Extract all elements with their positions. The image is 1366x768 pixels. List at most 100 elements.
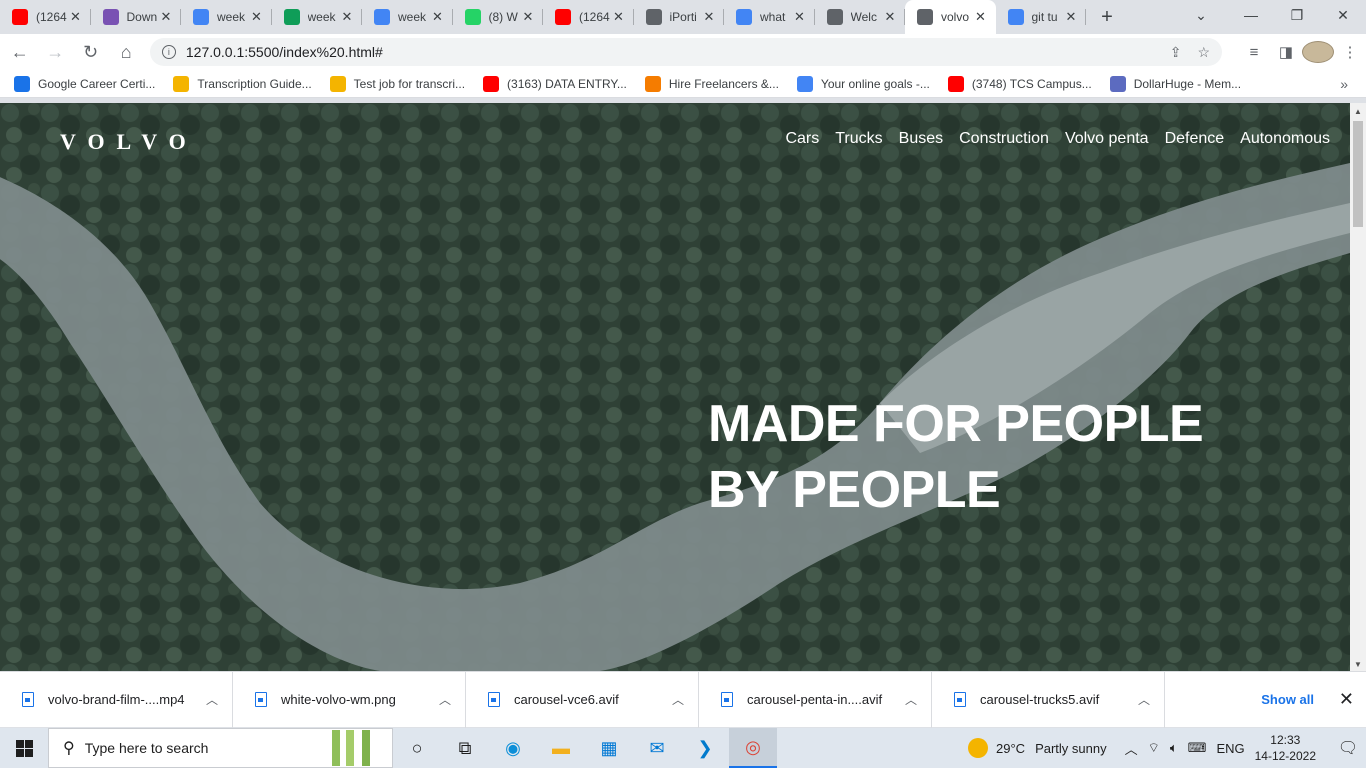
volvo-logo[interactable]: VOLVO: [60, 129, 198, 155]
site-nav-link-buses[interactable]: Buses: [899, 130, 943, 148]
close-tab-icon[interactable]: ✕: [883, 9, 897, 25]
reload-button[interactable]: ↻: [75, 36, 106, 68]
tab-search-chevron-icon[interactable]: ⌄: [1186, 0, 1216, 30]
clock[interactable]: 12:33 14-12-2022: [1255, 732, 1316, 764]
download-item[interactable]: white-volvo-wm.png ︿: [233, 671, 466, 728]
browser-tab[interactable]: volvo ✕: [905, 0, 996, 34]
browser-tab[interactable]: what ✕: [724, 0, 815, 34]
close-tab-icon[interactable]: ✕: [612, 9, 626, 25]
chrome-icon[interactable]: ◎: [729, 728, 777, 768]
download-options-chevron-icon[interactable]: ︿: [192, 691, 232, 708]
close-tab-icon[interactable]: ✕: [159, 9, 173, 25]
close-tab-icon[interactable]: ✕: [69, 9, 83, 25]
close-tab-icon[interactable]: ✕: [521, 9, 535, 25]
scrollbar-thumb[interactable]: [1353, 121, 1363, 227]
download-item[interactable]: carousel-trucks5.avif ︿: [932, 671, 1165, 728]
bookmark-star-icon[interactable]: ☆: [1197, 44, 1210, 61]
cortana-icon[interactable]: ○: [393, 728, 441, 768]
edge-browser-icon[interactable]: ◉: [489, 728, 537, 768]
download-item[interactable]: volvo-brand-film-....mp4 ︿: [0, 671, 233, 728]
microsoft-store-icon[interactable]: ▦: [585, 728, 633, 768]
notification-center-icon[interactable]: 🗨︎: [1330, 738, 1366, 758]
download-options-chevron-icon[interactable]: ︿: [1124, 691, 1164, 708]
download-item[interactable]: carousel-vce6.avif ︿: [466, 671, 699, 728]
download-options-chevron-icon[interactable]: ︿: [658, 691, 698, 708]
minimize-button[interactable]: —: [1228, 0, 1274, 30]
scroll-up-arrow-icon[interactable]: ▲: [1350, 107, 1366, 116]
site-nav-link-autonomous[interactable]: Autonomous: [1240, 130, 1330, 148]
close-tab-icon[interactable]: ✕: [793, 9, 807, 25]
download-item[interactable]: carousel-penta-in....avif ︿: [699, 671, 932, 728]
more-bookmarks-icon[interactable]: »: [1340, 76, 1348, 92]
browser-tab[interactable]: week ✕: [362, 0, 453, 34]
home-button[interactable]: ⌂: [110, 36, 141, 68]
back-button[interactable]: ←: [4, 36, 35, 68]
weather-text[interactable]: Partly sunny: [1035, 741, 1107, 756]
media-queue-icon[interactable]: ≡: [1238, 44, 1270, 61]
close-tab-icon[interactable]: ✕: [340, 9, 354, 25]
browser-tab[interactable]: Welc ✕: [815, 0, 906, 34]
bookmark-item[interactable]: (3163) DATA ENTRY...: [483, 75, 627, 92]
keyboard-icon[interactable]: ⌨: [1188, 740, 1207, 756]
share-icon[interactable]: ⇪: [1170, 44, 1182, 61]
download-options-chevron-icon[interactable]: ︿: [425, 691, 465, 708]
bookmark-item[interactable]: (3748) TCS Campus...: [947, 75, 1092, 92]
browser-tab[interactable]: (8) W ✕: [453, 0, 544, 34]
side-panel-icon[interactable]: ◨: [1270, 43, 1302, 61]
browser-tab[interactable]: iPorti ✕: [634, 0, 725, 34]
browser-tab[interactable]: (1264 ✕: [543, 0, 634, 34]
taskbar-search[interactable]: ⚲ Type here to search: [48, 728, 393, 768]
bookmark-item[interactable]: Test job for transcri...: [329, 75, 465, 92]
volume-icon[interactable]: 🔈︎: [1170, 740, 1178, 756]
weather-sun-icon[interactable]: [968, 738, 989, 758]
bookmark-item[interactable]: Your online goals -...: [796, 75, 930, 92]
task-view-icon[interactable]: ⧉: [441, 728, 489, 768]
site-nav-link-trucks[interactable]: Trucks: [835, 130, 882, 148]
site-nav-link-cars[interactable]: Cars: [785, 130, 819, 148]
close-tab-icon[interactable]: ✕: [431, 9, 445, 25]
bootstrap-icon: [102, 9, 119, 25]
download-options-chevron-icon[interactable]: ︿: [891, 691, 931, 708]
scroll-down-arrow-icon[interactable]: ▼: [1350, 660, 1366, 669]
browser-tab[interactable]: (1264 ✕: [0, 0, 91, 34]
bookmark-item[interactable]: Transcription Guide...: [173, 75, 312, 92]
start-button[interactable]: [0, 728, 48, 768]
bookmark-item[interactable]: DollarHuge - Mem...: [1109, 75, 1241, 92]
bookmark-item[interactable]: Google Career Certi...: [14, 75, 155, 92]
file-explorer-icon[interactable]: ▬: [537, 728, 585, 768]
browser-tab[interactable]: week ✕: [181, 0, 272, 34]
language-indicator[interactable]: ENG: [1216, 741, 1244, 756]
browser-tab[interactable]: week ✕: [272, 0, 363, 34]
close-tab-icon[interactable]: ✕: [250, 9, 264, 25]
forward-button[interactable]: →: [39, 36, 70, 68]
show-all-downloads-link[interactable]: Show all: [1261, 692, 1314, 707]
close-tab-icon[interactable]: ✕: [702, 9, 716, 25]
page-scrollbar[interactable]: ▲ ▼: [1350, 103, 1366, 671]
site-nav-link-defence[interactable]: Defence: [1165, 130, 1225, 148]
restore-button[interactable]: ❐: [1274, 0, 1320, 30]
profile-avatar[interactable]: [1302, 41, 1335, 63]
address-bar[interactable]: i 127.0.0.1:5500/index%20.html# ⇪ ☆: [149, 38, 1223, 66]
site-nav-link-construction[interactable]: Construction: [959, 130, 1049, 148]
globe-icon: [917, 9, 933, 25]
browser-tab[interactable]: git tu ✕: [996, 0, 1087, 34]
url-text[interactable]: 127.0.0.1:5500/index%20.html#: [186, 44, 1154, 60]
bookmark-item[interactable]: Hire Freelancers &...: [644, 75, 779, 92]
mail-icon[interactable]: ✉: [633, 728, 681, 768]
close-download-shelf-icon[interactable]: ✕: [1339, 689, 1354, 710]
new-tab-button[interactable]: +: [1092, 0, 1122, 34]
site-info-icon[interactable]: i: [161, 45, 176, 59]
browser-tab[interactable]: Down ✕: [91, 0, 182, 34]
close-tab-icon[interactable]: ✕: [1064, 9, 1078, 25]
site-nav-link-volvo-penta[interactable]: Volvo penta: [1065, 130, 1149, 148]
close-window-button[interactable]: ✕: [1320, 0, 1366, 30]
google-drive-icon: [283, 9, 300, 25]
network-icon[interactable]: ⌔: [1148, 740, 1160, 756]
temperature[interactable]: 29°C: [996, 741, 1025, 756]
menu-kebab-icon[interactable]: ⋮: [1334, 43, 1366, 61]
close-tab-icon[interactable]: ✕: [974, 9, 988, 25]
dollarhuge-icon: [1109, 75, 1126, 92]
download-filename: volvo-brand-film-....mp4: [48, 692, 185, 707]
vscode-icon[interactable]: ❯: [681, 728, 729, 768]
show-hidden-icons-chevron-icon[interactable]: ︿: [1125, 739, 1138, 758]
